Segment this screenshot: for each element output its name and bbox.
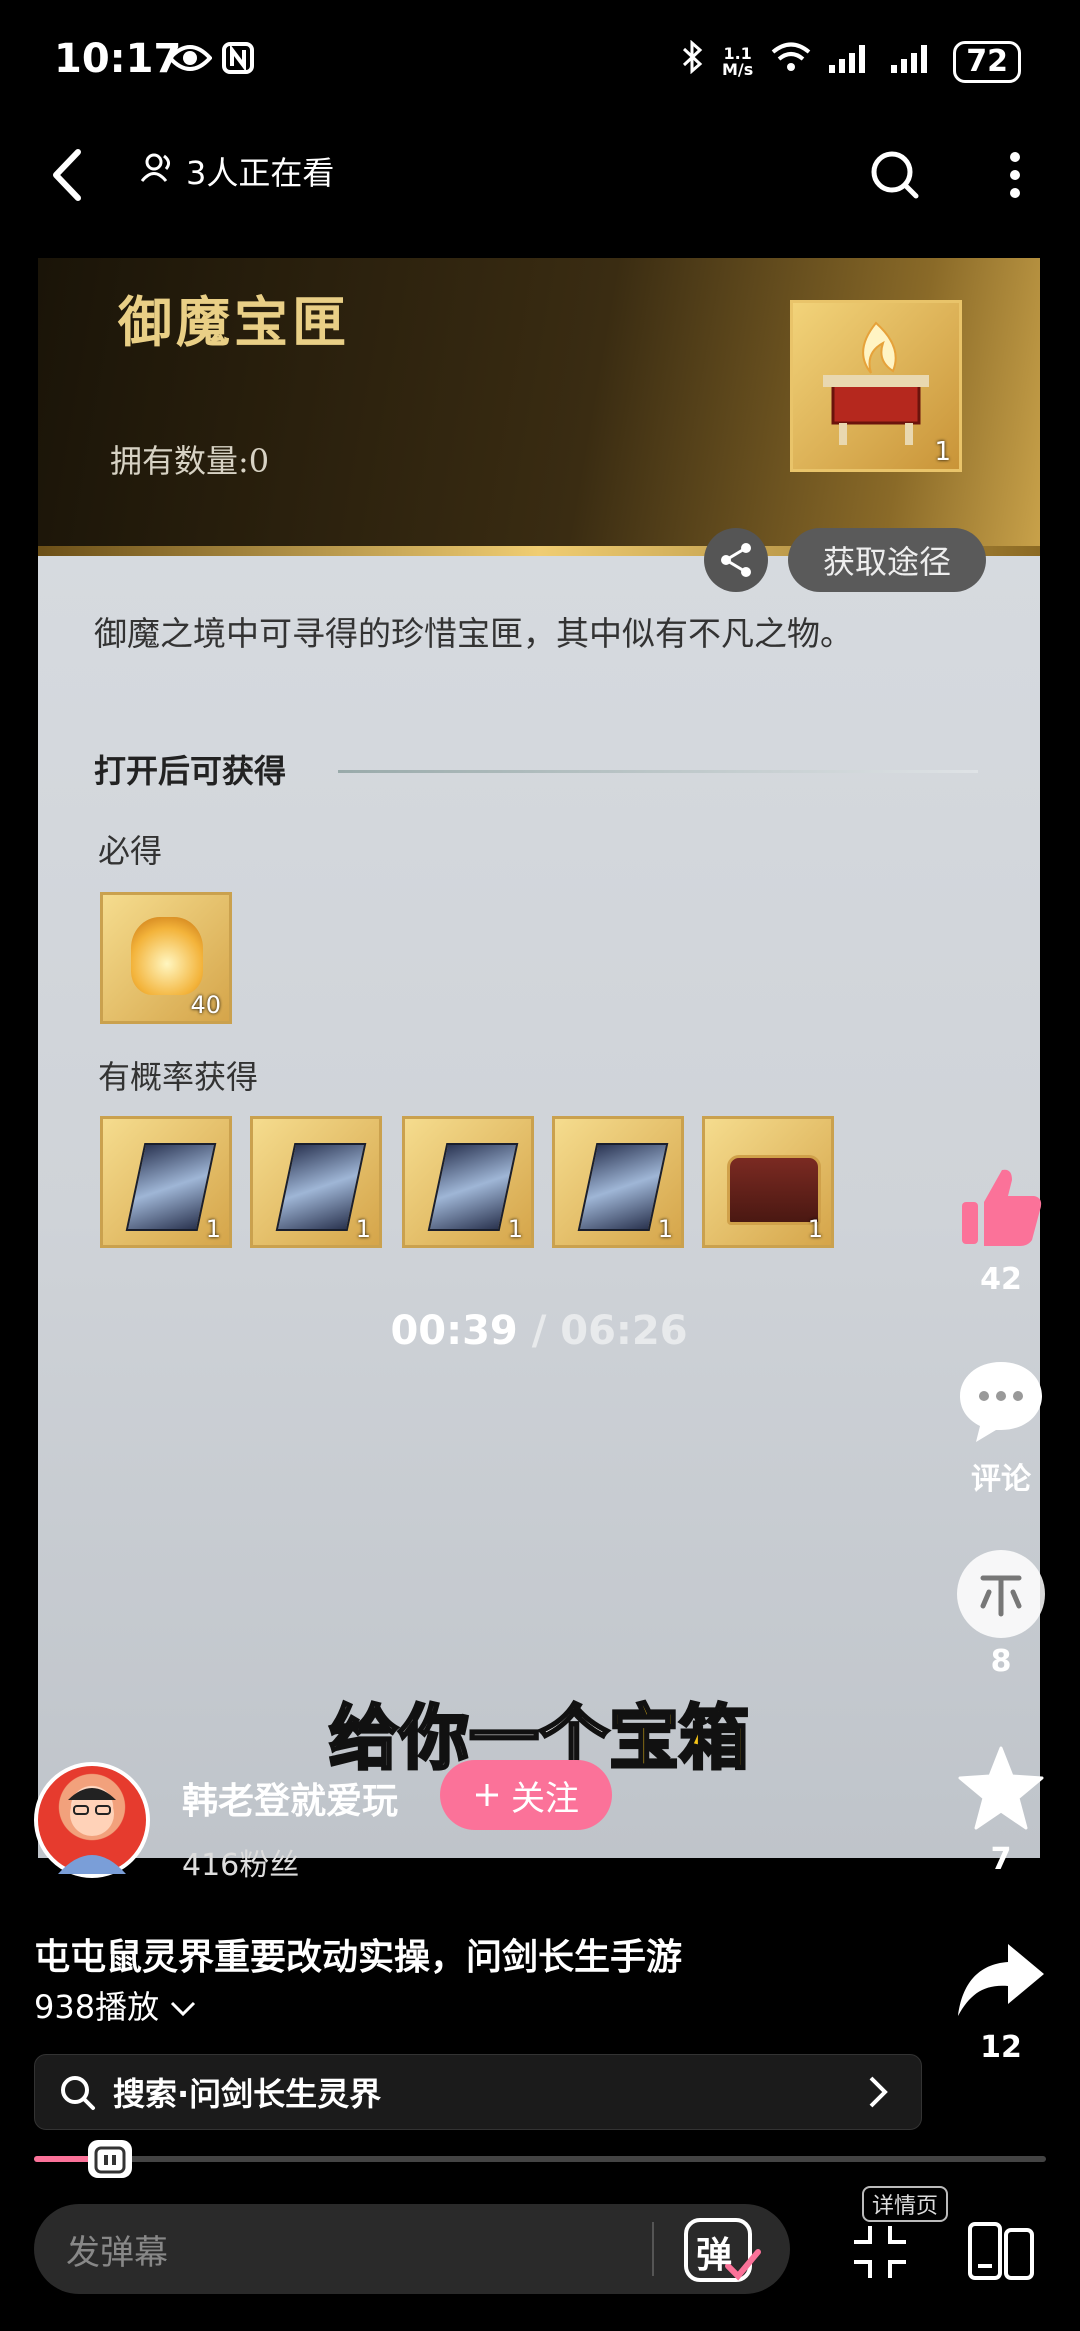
danmaku-divider bbox=[652, 2222, 654, 2276]
video-title[interactable]: 屯屯鼠灵界重要改动实操，问剑长生手游 bbox=[34, 1928, 682, 1980]
comment-button[interactable]: 评论 bbox=[946, 1358, 1056, 1498]
status-icons: 1.1 M/s 72 bbox=[680, 39, 1022, 83]
signal-icon bbox=[829, 42, 873, 82]
item-description: 御魔之境中可寻得的珍惜宝匣，其中似有不凡之物。 bbox=[94, 614, 853, 653]
reward-slot-chance: 1 bbox=[250, 1116, 382, 1248]
more-button[interactable] bbox=[990, 140, 1040, 210]
signal-icon-2 bbox=[891, 42, 935, 82]
status-bar: 10:17 1.1 M/s 72 bbox=[0, 0, 1080, 120]
coin-button[interactable]: 8 bbox=[946, 1550, 1056, 1679]
chevron-right-icon bbox=[869, 2076, 888, 2108]
net-speed: 1.1 M/s bbox=[722, 43, 754, 79]
people-icon bbox=[140, 152, 176, 190]
status-time: 10:17 bbox=[54, 36, 182, 82]
wifi-icon bbox=[771, 41, 811, 82]
rewards-section-title: 打开后可获得 bbox=[94, 752, 287, 790]
guaranteed-label: 必得 bbox=[98, 832, 163, 870]
search-icon bbox=[61, 2076, 95, 2110]
coin-icon bbox=[957, 1550, 1045, 1638]
back-arrow-icon bbox=[53, 149, 81, 201]
chance-label: 有概率获得 bbox=[98, 1058, 259, 1096]
play-count[interactable]: 938播放 bbox=[34, 1982, 197, 2028]
star-icon bbox=[958, 1746, 1044, 1830]
reward-slot-chance: 1 bbox=[402, 1116, 534, 1248]
crystal-shard-icon bbox=[427, 1143, 519, 1231]
progress-track[interactable] bbox=[34, 2156, 1046, 2162]
danmaku-toggle-button[interactable]: 弹 bbox=[682, 2212, 762, 2288]
comment-bubble-icon bbox=[960, 1362, 1042, 1442]
uploader-name[interactable]: 韩老登就爱玩 bbox=[182, 1772, 398, 1824]
reward-slot-chance: 1 bbox=[100, 1116, 232, 1248]
fullscreen-button[interactable] bbox=[850, 2222, 910, 2282]
uploader-avatar[interactable] bbox=[34, 1762, 150, 1878]
battery-indicator: 72 bbox=[953, 40, 1022, 83]
favorite-button[interactable]: 7 bbox=[946, 1744, 1056, 1877]
item-title: 御魔宝匣 bbox=[118, 290, 350, 354]
bluetooth-icon bbox=[680, 39, 704, 83]
search-button[interactable] bbox=[860, 140, 930, 210]
follow-button[interactable]: 关注 bbox=[440, 1760, 612, 1830]
tv-mascot-icon bbox=[94, 2146, 126, 2174]
eye-icon bbox=[167, 42, 213, 78]
share-arrow-icon bbox=[958, 1944, 1044, 2016]
back-button[interactable] bbox=[40, 140, 100, 210]
rotate-screen-button[interactable] bbox=[966, 2218, 1036, 2284]
chevron-down-icon bbox=[171, 2001, 196, 2017]
reward-slot-chance: 1 bbox=[702, 1116, 834, 1248]
search-icon bbox=[871, 151, 919, 199]
flame-material-icon bbox=[131, 917, 203, 995]
detail-page-badge[interactable]: 详情页 bbox=[862, 2186, 949, 2222]
treasure-box-icon: 1 bbox=[790, 300, 962, 472]
thumbs-up-icon bbox=[962, 1169, 1042, 1246]
progress-handle[interactable] bbox=[88, 2140, 132, 2178]
plus-icon bbox=[476, 1784, 498, 1806]
video-player[interactable]: 御魔宝匣 拥有数量:0 1 获取途径 御魔之境中可寻得的珍惜宝匣，其中似有不凡之… bbox=[38, 258, 1040, 1858]
reward-slot-chance: 1 bbox=[552, 1116, 684, 1248]
rotate-phone-icon bbox=[968, 2222, 1034, 2280]
like-button[interactable]: 42 bbox=[946, 1162, 1056, 1297]
fan-count: 416粉丝 bbox=[182, 1848, 300, 1883]
share-nodes-icon bbox=[721, 543, 751, 577]
fullscreen-exit-icon bbox=[854, 2226, 906, 2278]
obtain-method-button[interactable]: 获取途径 bbox=[788, 528, 986, 592]
video-timestamp: 00:39 / 06:26 bbox=[390, 1308, 688, 1354]
item-count: 拥有数量:0 bbox=[110, 442, 270, 480]
more-vertical-icon bbox=[1010, 152, 1020, 198]
nfc-icon bbox=[222, 42, 254, 78]
crystal-shard-icon bbox=[275, 1143, 367, 1231]
section-divider bbox=[338, 770, 978, 773]
share-card-button[interactable] bbox=[704, 528, 768, 592]
share-button[interactable]: 12 bbox=[946, 1940, 1056, 2065]
viewer-count: 3人正在看 bbox=[140, 148, 334, 194]
crystal-shard-icon bbox=[125, 1143, 217, 1231]
reward-slot-guaranteed: 40 bbox=[100, 892, 232, 1024]
crystal-shard-icon bbox=[577, 1143, 669, 1231]
danmaku-input[interactable]: 发弹幕 bbox=[34, 2204, 790, 2294]
related-search-bar[interactable]: 搜索·问剑长生灵界 bbox=[34, 2054, 922, 2130]
